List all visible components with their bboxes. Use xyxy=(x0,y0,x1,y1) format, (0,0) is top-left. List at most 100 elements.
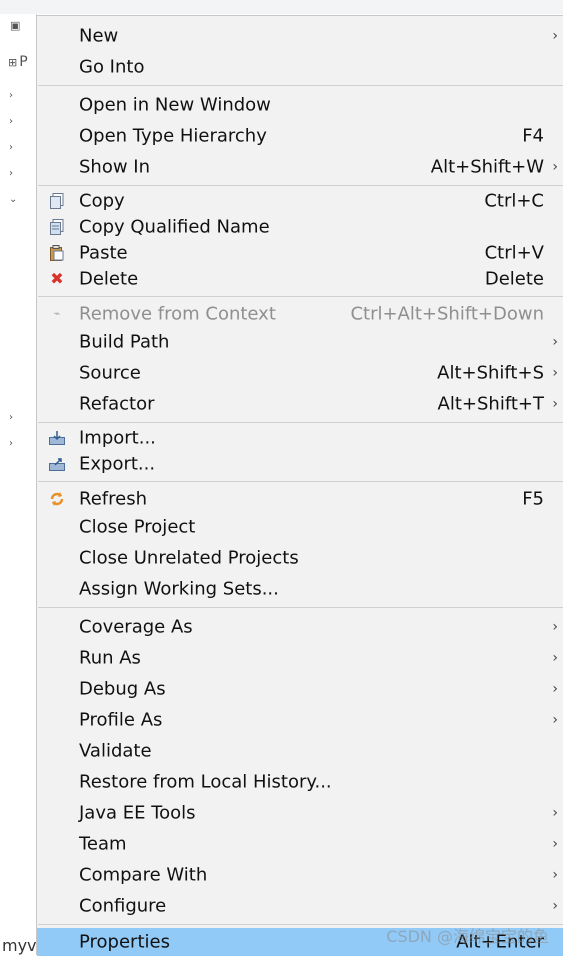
menu-item-configure[interactable]: Configure › xyxy=(37,891,563,921)
menu-item-shortcut: Alt+Shift+T xyxy=(437,393,544,415)
menu-item-build-path[interactable]: Build Path › xyxy=(37,327,563,357)
menu-item-paste[interactable]: Paste Ctrl+V xyxy=(37,240,563,266)
menu-separator xyxy=(38,422,563,423)
submenu-arrow-icon: › xyxy=(552,619,558,635)
menu-item-team[interactable]: Team › xyxy=(37,829,563,859)
menu-item-label: Remove from Context xyxy=(79,303,276,325)
menu-item-compare-with[interactable]: Compare With › xyxy=(37,860,563,890)
menu-item-label: Restore from Local History... xyxy=(79,771,332,793)
menu-item-label: Debug As xyxy=(79,678,166,700)
tree-chevron-icon[interactable]: › xyxy=(9,116,13,127)
menu-item-restore-from-local-history[interactable]: Restore from Local History... xyxy=(37,767,563,797)
menu-item-delete[interactable]: ✖ Delete Delete xyxy=(37,266,563,292)
menu-item-refresh[interactable]: Refresh F5 xyxy=(37,484,563,514)
menu-item-copy[interactable]: Copy Ctrl+C xyxy=(37,188,563,214)
tree-chevron-icon[interactable]: › xyxy=(9,142,13,153)
copy-qualified-name-icon xyxy=(49,219,65,235)
menu-item-label: Show In xyxy=(79,156,151,178)
submenu-arrow-icon: › xyxy=(552,334,558,350)
submenu-arrow-icon: › xyxy=(552,365,558,381)
menu-item-label: Validate xyxy=(79,740,152,762)
menu-item-open-type-hierarchy[interactable]: Open Type Hierarchy F4 xyxy=(37,121,563,151)
tree-chevron-icon[interactable]: › xyxy=(9,438,13,449)
menu-item-label: Coverage As xyxy=(79,616,193,638)
menu-item-shortcut: Delete xyxy=(484,268,544,290)
menu-item-shortcut: Ctrl+V xyxy=(484,242,544,264)
menu-item-show-in[interactable]: Show In Alt+Shift+W › xyxy=(37,152,563,182)
menu-separator xyxy=(38,185,563,186)
menu-item-label: Configure xyxy=(79,895,167,917)
menu-item-label: Paste xyxy=(79,242,128,264)
menu-item-java-ee-tools[interactable]: Java EE Tools › xyxy=(37,798,563,828)
package-explorer-pane: ▣ ⊞ P › › › › ⌄ › › xyxy=(0,14,37,955)
menu-item-open-in-new-window[interactable]: Open in New Window xyxy=(37,90,563,120)
tree-chevron-icon[interactable]: › xyxy=(9,412,13,423)
menu-item-copy-qualified-name[interactable]: Copy Qualified Name xyxy=(37,214,563,240)
menu-item-label: Delete xyxy=(79,268,139,290)
menu-item-coverage-as[interactable]: Coverage As › xyxy=(37,612,563,642)
window-top-bar xyxy=(0,0,563,14)
tree-chevron-icon[interactable]: › xyxy=(9,168,13,179)
menu-item-profile-as[interactable]: Profile As › xyxy=(37,705,563,735)
menu-item-remove-from-context: ⌁ Remove from Context Ctrl+Alt+Shift+Dow… xyxy=(37,299,563,329)
menu-item-label: Team xyxy=(79,833,127,855)
submenu-arrow-icon: › xyxy=(552,712,558,728)
export-icon xyxy=(49,456,65,472)
watermark: CSDN @海绵宝宝的鱼 xyxy=(386,927,549,946)
menu-item-export[interactable]: Export... xyxy=(37,451,563,477)
menu-item-shortcut: F4 xyxy=(522,125,544,147)
delete-icon: ✖ xyxy=(50,269,64,288)
menu-item-source[interactable]: Source Alt+Shift+S › xyxy=(37,358,563,388)
toolbar-new-icon[interactable]: ▣ xyxy=(10,20,20,32)
menu-item-shortcut: Alt+Shift+S xyxy=(437,362,544,384)
menu-item-label: Java EE Tools xyxy=(79,802,196,824)
submenu-arrow-icon: › xyxy=(552,867,558,883)
status-text: myv xyxy=(2,936,37,955)
package-explorer-tab[interactable]: ⊞ P xyxy=(8,54,28,70)
menu-item-label: Open in New Window xyxy=(79,94,271,116)
copy-icon xyxy=(49,193,65,209)
menu-item-label: Refresh xyxy=(79,488,147,510)
menu-item-label: Refactor xyxy=(79,393,155,415)
menu-item-new[interactable]: New › xyxy=(37,21,563,51)
menu-item-close-project[interactable]: Close Project xyxy=(37,512,563,542)
menu-item-close-unrelated-projects[interactable]: Close Unrelated Projects xyxy=(37,543,563,573)
menu-item-label: Assign Working Sets... xyxy=(79,578,279,600)
tree-chevron-down-icon[interactable]: ⌄ xyxy=(9,194,17,205)
menu-item-import[interactable]: Import... xyxy=(37,425,563,451)
menu-item-label: Properties xyxy=(79,931,170,953)
menu-item-shortcut: Ctrl+C xyxy=(484,190,544,212)
submenu-arrow-icon: › xyxy=(552,650,558,666)
menu-item-label: Source xyxy=(79,362,141,384)
menu-separator xyxy=(38,85,563,86)
menu-item-label: Copy Qualified Name xyxy=(79,216,270,238)
refresh-icon xyxy=(49,491,65,507)
menu-item-label: Run As xyxy=(79,647,141,669)
submenu-arrow-icon: › xyxy=(552,681,558,697)
submenu-arrow-icon: › xyxy=(552,836,558,852)
menu-item-label: New xyxy=(79,25,119,47)
tree-chevron-icon[interactable]: › xyxy=(9,90,13,101)
menu-separator xyxy=(38,607,563,608)
menu-item-label: Profile As xyxy=(79,709,163,731)
menu-separator xyxy=(38,481,563,482)
import-icon xyxy=(49,430,65,446)
menu-item-label: Build Path xyxy=(79,331,170,353)
paste-icon xyxy=(49,245,65,261)
menu-item-debug-as[interactable]: Debug As › xyxy=(37,674,563,704)
pane-tab-label: P xyxy=(19,54,28,70)
menu-item-shortcut: Alt+Shift+W xyxy=(430,156,544,178)
submenu-arrow-icon: › xyxy=(552,898,558,914)
menu-item-label: Close Unrelated Projects xyxy=(79,547,299,569)
menu-item-assign-working-sets[interactable]: Assign Working Sets... xyxy=(37,574,563,604)
menu-item-shortcut: F5 xyxy=(522,488,544,510)
menu-item-label: Compare With xyxy=(79,864,208,886)
menu-item-run-as[interactable]: Run As › xyxy=(37,643,563,673)
submenu-arrow-icon: › xyxy=(552,396,558,412)
menu-item-label: Go Into xyxy=(79,56,145,78)
menu-item-label: Close Project xyxy=(79,516,196,538)
menu-item-refactor[interactable]: Refactor Alt+Shift+T › xyxy=(37,389,563,419)
menu-item-validate[interactable]: Validate xyxy=(37,736,563,766)
menu-item-go-into[interactable]: Go Into xyxy=(37,52,563,82)
submenu-arrow-icon: › xyxy=(552,805,558,821)
